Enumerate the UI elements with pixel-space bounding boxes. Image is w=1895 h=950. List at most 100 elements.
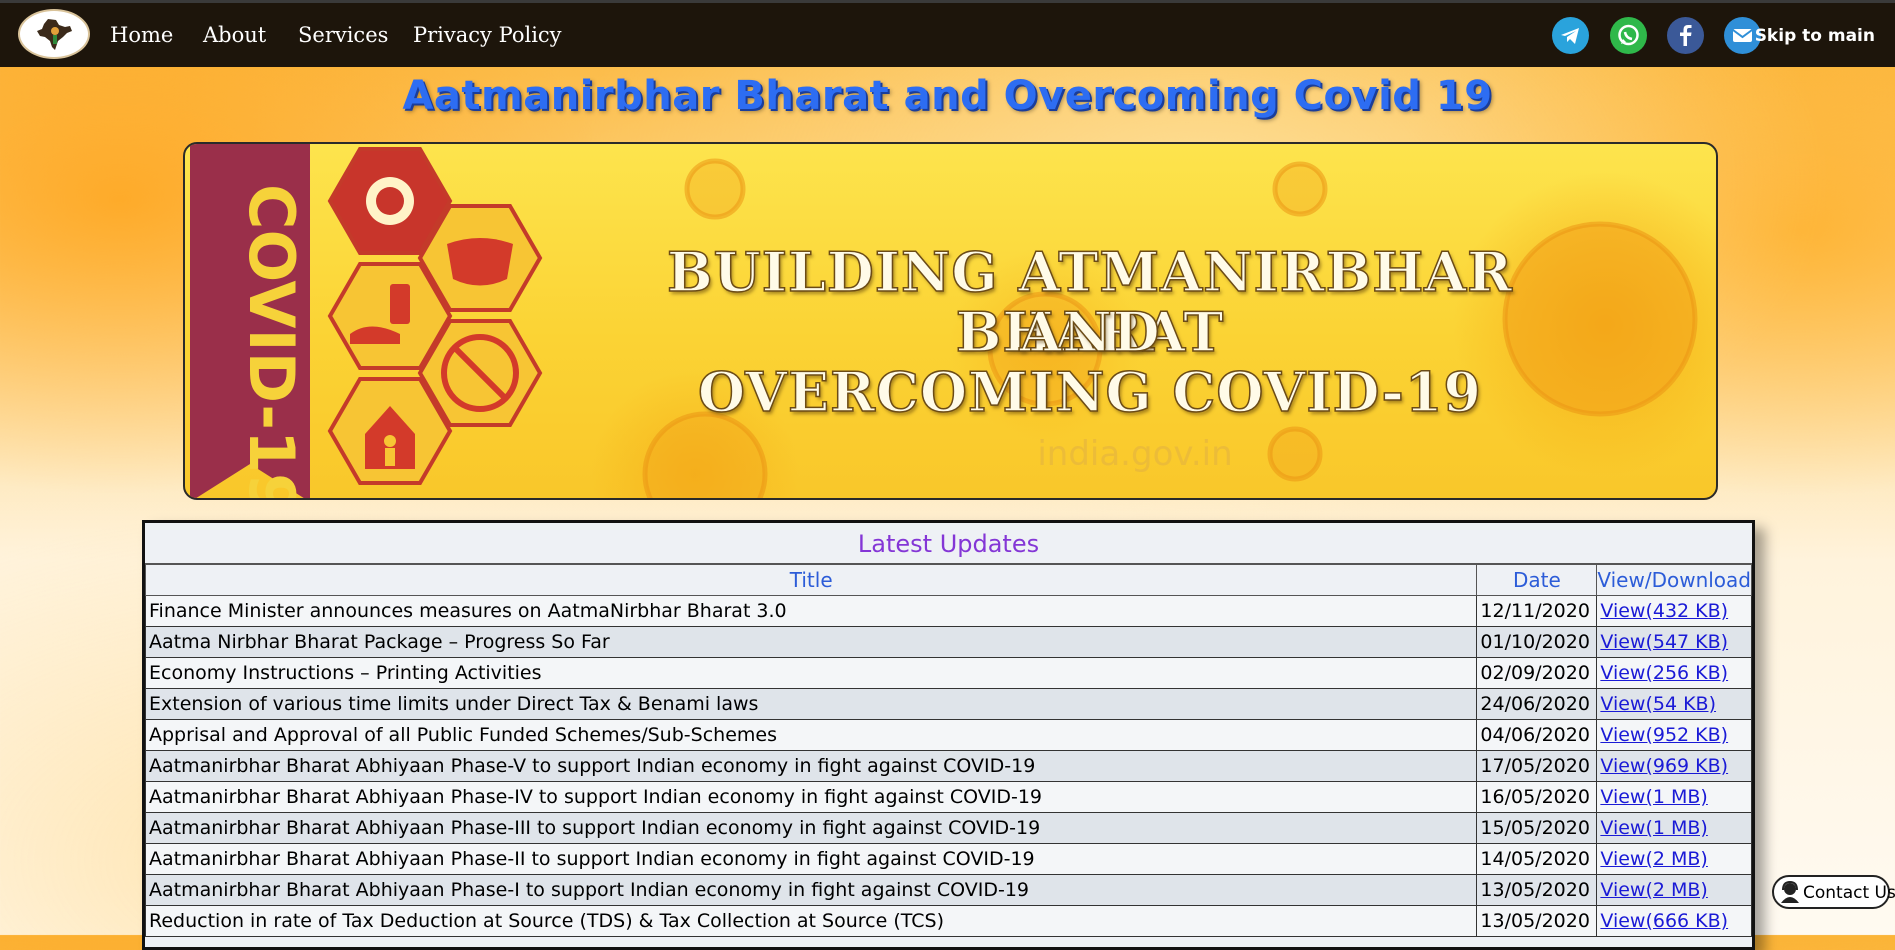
view-link-label: View xyxy=(1600,631,1646,653)
site-logo[interactable] xyxy=(18,9,90,59)
table-row: Reduction in rate of Tax Deduction at So… xyxy=(144,905,1752,937)
view-link-label: View xyxy=(1600,786,1646,808)
svg-text:COVID-19: COVID-19 xyxy=(235,184,308,500)
row-download-cell: View(54 KB) xyxy=(1596,688,1752,720)
row-download-cell: View(2 MB) xyxy=(1596,874,1752,906)
file-size: (952 KB) xyxy=(1645,724,1729,746)
india-map-icon xyxy=(37,19,72,50)
row-title: Reduction in rate of Tax Deduction at So… xyxy=(144,905,1478,937)
view-download-link[interactable]: View(1 MB) xyxy=(1600,817,1707,839)
table-row: Apprisal and Approval of all Public Fund… xyxy=(144,719,1752,751)
hero-banner: COVID-19 BUILDING ATMANIRBHAR BHARAT AND… xyxy=(183,142,1718,500)
row-download-cell: View(969 KB) xyxy=(1596,750,1752,782)
view-link-label: View xyxy=(1600,600,1646,622)
nav-services[interactable]: Services xyxy=(298,23,388,47)
view-link-label: View xyxy=(1600,817,1646,839)
row-title: Finance Minister announces measures on A… xyxy=(144,595,1478,627)
view-download-link[interactable]: View(2 MB) xyxy=(1600,848,1707,870)
row-download-cell: View(1 MB) xyxy=(1596,781,1752,813)
view-download-link[interactable]: View(547 KB) xyxy=(1600,631,1728,653)
contact-us-button[interactable]: Contact Us xyxy=(1772,875,1895,909)
file-size: (2 MB) xyxy=(1645,879,1708,901)
row-date: 14/05/2020 xyxy=(1476,843,1598,875)
page-title: Aatmanirbhar Bharat and Overcoming Covid… xyxy=(402,73,1493,119)
file-size: (666 KB) xyxy=(1645,910,1729,932)
view-download-link[interactable]: View(2 MB) xyxy=(1600,879,1707,901)
table-row: Aatma Nirbhar Bharat Package – Progress … xyxy=(144,626,1752,658)
row-date: 15/05/2020 xyxy=(1476,812,1598,844)
file-size: (969 KB) xyxy=(1645,755,1729,777)
view-link-label: View xyxy=(1600,662,1646,684)
file-size: (256 KB) xyxy=(1645,662,1729,684)
nav-home[interactable]: Home xyxy=(110,23,173,47)
file-size: (1 MB) xyxy=(1645,817,1708,839)
row-download-cell: View(256 KB) xyxy=(1596,657,1752,689)
view-download-link[interactable]: View(952 KB) xyxy=(1600,724,1728,746)
column-header-title: Title xyxy=(144,564,1478,596)
support-agent-icon xyxy=(1781,881,1799,903)
view-download-link[interactable]: View(256 KB) xyxy=(1600,662,1728,684)
file-size: (547 KB) xyxy=(1645,631,1729,653)
skip-to-main-link[interactable]: Skip to main xyxy=(1755,26,1875,46)
row-date: 17/05/2020 xyxy=(1476,750,1598,782)
row-title: Apprisal and Approval of all Public Fund… xyxy=(144,719,1478,751)
view-download-link[interactable]: View(54 KB) xyxy=(1600,693,1716,715)
table-row: Aatmanirbhar Bharat Abhiyaan Phase-V to … xyxy=(144,750,1752,782)
row-date: 24/06/2020 xyxy=(1476,688,1598,720)
column-header-view-download: View/Download xyxy=(1596,564,1752,596)
view-link-label: View xyxy=(1600,848,1646,870)
row-date: 01/10/2020 xyxy=(1476,626,1598,658)
top-navbar: Home About Services Privacy Policy Skip … xyxy=(0,0,1895,67)
view-link-label: View xyxy=(1600,879,1646,901)
row-download-cell: View(432 KB) xyxy=(1596,595,1752,627)
table-row: Aatmanirbhar Bharat Abhiyaan Phase-IV to… xyxy=(144,781,1752,813)
row-date: 13/05/2020 xyxy=(1476,905,1598,937)
banner-headline-line2: AND xyxy=(1019,300,1161,364)
table-row: Aatmanirbhar Bharat Abhiyaan Phase-II to… xyxy=(144,843,1752,875)
row-title: Aatmanirbhar Bharat Abhiyaan Phase-V to … xyxy=(144,750,1478,782)
updates-table: Title Date View/Download Finance Ministe… xyxy=(144,564,1752,937)
row-date: 12/11/2020 xyxy=(1476,595,1598,627)
whatsapp-icon[interactable] xyxy=(1610,17,1647,54)
row-download-cell: View(1 MB) xyxy=(1596,812,1752,844)
row-title: Aatmanirbhar Bharat Abhiyaan Phase-IV to… xyxy=(144,781,1478,813)
nav-about[interactable]: About xyxy=(203,23,266,47)
latest-updates-panel: Latest Updates Title Date View/Download … xyxy=(142,520,1755,950)
row-download-cell: View(666 KB) xyxy=(1596,905,1752,937)
row-title: Aatmanirbhar Bharat Abhiyaan Phase-II to… xyxy=(144,843,1478,875)
nav-privacy-policy[interactable]: Privacy Policy xyxy=(413,23,562,47)
view-download-link[interactable]: View(666 KB) xyxy=(1600,910,1728,932)
row-download-cell: View(547 KB) xyxy=(1596,626,1752,658)
table-row: Finance Minister announces measures on A… xyxy=(144,595,1752,627)
row-date: 04/06/2020 xyxy=(1476,719,1598,751)
row-date: 16/05/2020 xyxy=(1476,781,1598,813)
view-download-link[interactable]: View(1 MB) xyxy=(1600,786,1707,808)
table-row: Aatmanirbhar Bharat Abhiyaan Phase-III t… xyxy=(144,812,1752,844)
table-row: Extension of various time limits under D… xyxy=(144,688,1752,720)
column-header-date: Date xyxy=(1476,564,1598,596)
row-title: Aatmanirbhar Bharat Abhiyaan Phase-I to … xyxy=(144,874,1478,906)
file-size: (1 MB) xyxy=(1645,786,1708,808)
latest-updates-heading: Latest Updates xyxy=(145,523,1752,564)
row-title: Aatmanirbhar Bharat Abhiyaan Phase-III t… xyxy=(144,812,1478,844)
view-link-label: View xyxy=(1600,910,1646,932)
banner-headline-line3: OVERCOMING COVID-19 xyxy=(697,360,1482,424)
row-download-cell: View(952 KB) xyxy=(1596,719,1752,751)
row-title: Economy Instructions – Printing Activiti… xyxy=(144,657,1478,689)
row-title: Aatma Nirbhar Bharat Package – Progress … xyxy=(144,626,1478,658)
view-download-link[interactable]: View(969 KB) xyxy=(1600,755,1728,777)
banner-watermark: india.gov.in xyxy=(1037,434,1233,474)
table-row: Economy Instructions – Printing Activiti… xyxy=(144,657,1752,689)
row-date: 13/05/2020 xyxy=(1476,874,1598,906)
view-link-label: View xyxy=(1600,755,1646,777)
file-size: (2 MB) xyxy=(1645,848,1708,870)
row-date: 02/09/2020 xyxy=(1476,657,1598,689)
telegram-icon[interactable] xyxy=(1552,17,1589,54)
facebook-icon[interactable] xyxy=(1667,17,1704,54)
view-link-label: View xyxy=(1600,724,1646,746)
contact-us-label: Contact Us xyxy=(1803,883,1895,903)
view-download-link[interactable]: View(432 KB) xyxy=(1600,600,1728,622)
file-size: (432 KB) xyxy=(1645,600,1729,622)
row-title: Extension of various time limits under D… xyxy=(144,688,1478,720)
row-download-cell: View(2 MB) xyxy=(1596,843,1752,875)
